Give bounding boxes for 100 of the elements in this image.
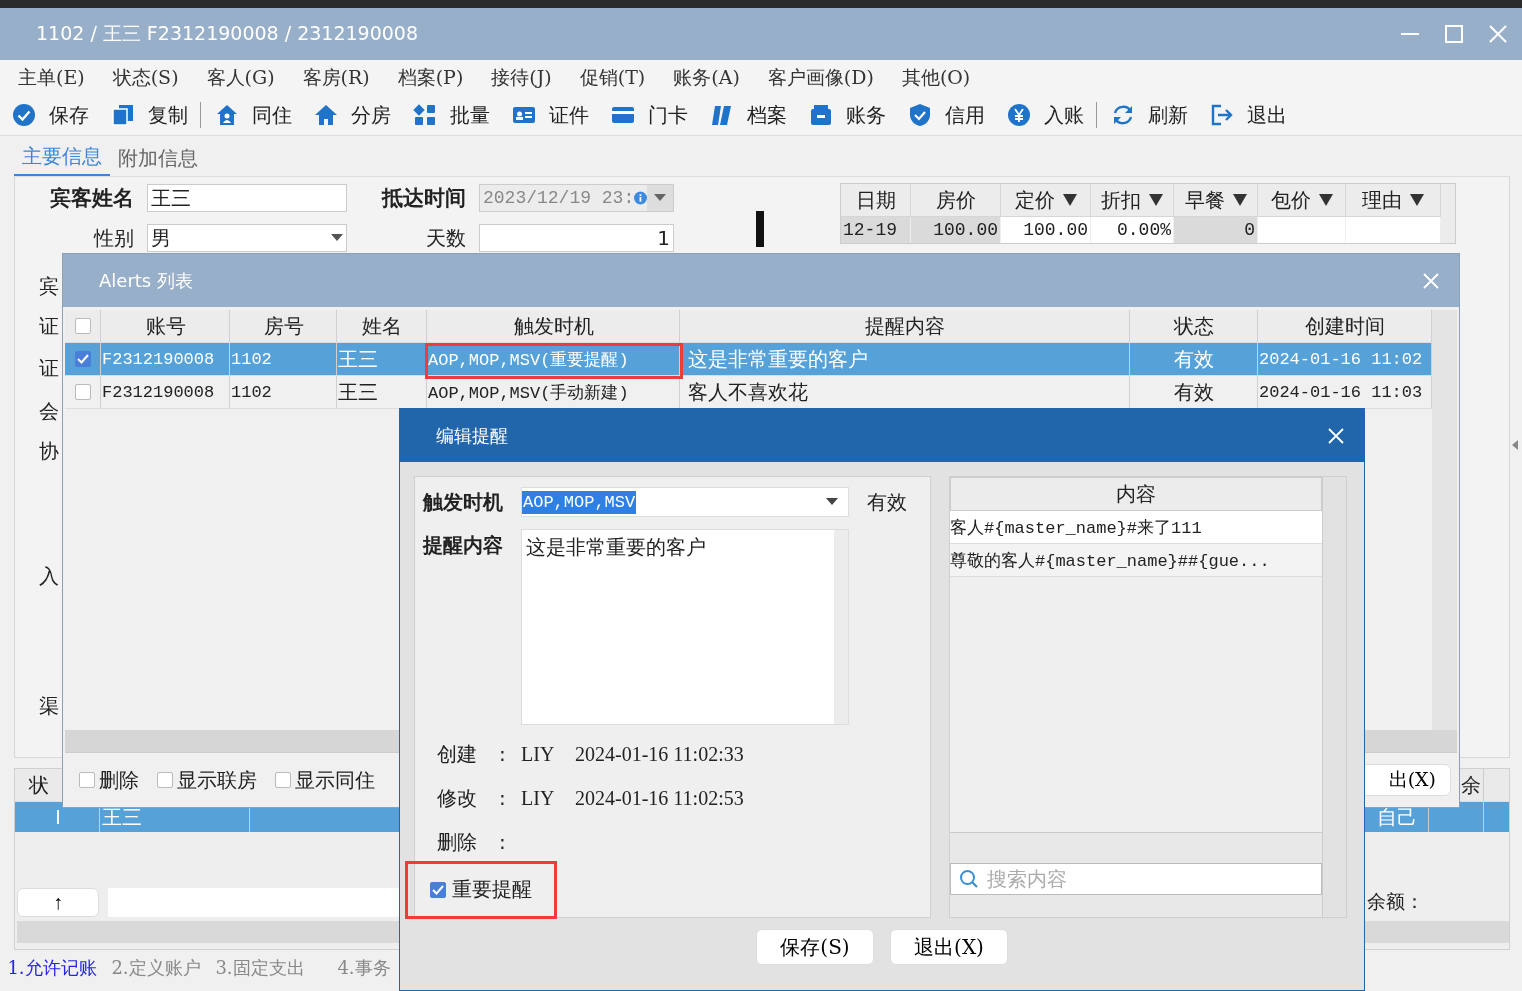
table-cell: F2312190008 — [101, 343, 230, 375]
table-cell: 0 — [1174, 217, 1258, 243]
caret-icon — [826, 498, 838, 506]
column-header[interactable]: 触发时机 — [427, 310, 680, 342]
filter-triangle-icon[interactable] — [1149, 194, 1163, 206]
list-item[interactable]: 尊敬的客人#{master_name}##{gue... — [950, 544, 1322, 577]
checkbox[interactable] — [157, 772, 173, 788]
table-cell: 有效 — [1130, 343, 1258, 375]
content-text-area[interactable]: 这是非常重要的客户 — [521, 529, 849, 725]
menu-item[interactable]: 客户画像(D) — [767, 64, 874, 91]
trigger-select[interactable]: AOP,MOP,MSV — [521, 487, 849, 517]
dialog-button[interactable]: 保存(S) — [756, 929, 874, 965]
dropdown-button[interactable] — [647, 185, 673, 211]
wallet-icon — [809, 103, 833, 127]
guest-name-field[interactable]: 王三 — [147, 184, 347, 212]
up-arrow-button[interactable]: ↑ — [17, 887, 99, 917]
field-label: 天数 — [425, 224, 467, 252]
filter-triangle-icon[interactable] — [1318, 194, 1333, 206]
table-cell: 100.00 — [1001, 217, 1091, 243]
caret-icon — [331, 234, 343, 242]
info-icon — [634, 191, 648, 205]
menu-item[interactable]: 客人(G) — [206, 64, 275, 91]
meta-label: 创建 — [437, 740, 478, 768]
toolbar-button[interactable]: 档案 — [710, 101, 801, 129]
dialog-title: 编辑提醒 — [436, 423, 509, 448]
checkbox[interactable] — [275, 772, 291, 788]
menu-item[interactable]: 账务(A) — [673, 64, 740, 91]
field-label: 宾客姓名 — [49, 185, 135, 212]
refresh-icon — [1111, 103, 1135, 127]
column-header[interactable]: 账号 — [101, 310, 230, 342]
field-label: 协 — [39, 440, 59, 462]
menu-item[interactable]: 档案(P) — [397, 64, 464, 91]
toolbar-button[interactable]: 批量 — [413, 101, 504, 129]
user-name: LIY — [521, 742, 556, 766]
list-item[interactable]: 客人#{master_name}#来了111 — [950, 511, 1322, 544]
toolbar-button[interactable]: 同住 — [215, 101, 306, 129]
toolbar-button[interactable]: 复制 — [111, 101, 202, 129]
toolbar-button[interactable]: 信用 — [908, 101, 999, 129]
toolbar-button[interactable]: 保存 — [12, 101, 103, 129]
checkbox-label: 显示联房 — [177, 766, 257, 794]
colon: : — [499, 830, 507, 854]
search-icon — [959, 869, 979, 889]
dialog-title: Alerts 列表 — [99, 268, 194, 293]
checkbox[interactable] — [79, 772, 95, 788]
meta-label: 修改 — [437, 784, 478, 812]
toolbar-button[interactable]: 门卡 — [611, 101, 702, 129]
tab[interactable]: 附加信息 — [110, 145, 206, 176]
maximize-icon[interactable] — [1444, 24, 1464, 44]
checkbox-option[interactable]: 删除 — [79, 766, 139, 794]
menu-item[interactable]: 客房(R) — [302, 64, 370, 91]
toolbar-button[interactable]: 入账 — [1007, 101, 1098, 129]
house-person-icon — [215, 103, 239, 127]
menu-item[interactable]: 主单(E) — [18, 64, 85, 91]
column-header[interactable]: 状态 — [1130, 310, 1258, 342]
scrollbar[interactable] — [1432, 310, 1457, 730]
column-header[interactable]: 姓名 — [337, 310, 427, 342]
field-label: 证 — [39, 315, 59, 337]
checkbox[interactable] — [75, 384, 91, 400]
checkbox[interactable] — [75, 351, 91, 367]
filter-triangle-icon[interactable] — [1062, 194, 1077, 206]
checkbox-label: 显示同住 — [295, 766, 375, 794]
toolbar-button[interactable]: 退出 — [1210, 101, 1301, 129]
toolbar-button[interactable]: 证件 — [512, 101, 603, 129]
field-label: 提醒内容 — [423, 532, 504, 559]
checkbox[interactable] — [75, 318, 91, 334]
checkbox-option[interactable]: 显示联房 — [157, 766, 257, 794]
dialog-button[interactable]: 退出(X) — [890, 929, 1008, 965]
menu-item[interactable]: 接待(J) — [491, 64, 552, 91]
days-field[interactable]: 1 — [479, 224, 674, 252]
toolbar-button[interactable]: 账务 — [809, 101, 900, 129]
coin-icon — [1007, 103, 1031, 127]
table-cell: 王三 — [337, 343, 427, 375]
gender-select[interactable]: 男 — [147, 224, 347, 252]
scrollbar[interactable] — [1322, 477, 1346, 917]
close-icon[interactable] — [1328, 427, 1344, 444]
field-label: 宾 — [39, 275, 59, 297]
column-header[interactable]: 提醒内容 — [680, 310, 1130, 342]
text-cursor — [756, 211, 764, 247]
menu-item[interactable]: 其他(O) — [901, 64, 971, 91]
checkbox[interactable] — [430, 881, 446, 898]
toolbar-button[interactable]: 分房 — [314, 101, 405, 129]
checkbox-option[interactable]: 显示同住 — [275, 766, 375, 794]
timestamp: 2024-01-16 11:02:53 — [575, 786, 744, 810]
column-header[interactable]: 内容 — [950, 477, 1322, 511]
menu-item[interactable]: 状态(S) — [112, 64, 179, 91]
check-icon — [12, 103, 36, 127]
table-cell: 100.00 — [911, 217, 1001, 243]
colon: : — [499, 742, 507, 766]
filter-triangle-icon[interactable] — [1410, 194, 1424, 206]
filter-triangle-icon[interactable] — [1232, 194, 1247, 206]
scrollbar[interactable] — [834, 530, 848, 724]
column-header[interactable]: 房号 — [230, 310, 337, 342]
table-cell: 0.00% — [1091, 217, 1174, 243]
collapse-arrow-icon[interactable] — [1512, 440, 1518, 450]
menu-item[interactable]: 促销(T) — [579, 64, 646, 91]
house-icon — [314, 103, 338, 127]
toolbar-button[interactable]: 刷新 — [1111, 101, 1202, 129]
column-header[interactable]: 状 — [17, 771, 49, 799]
copy-icon — [111, 103, 135, 127]
column-header[interactable]: 余 — [1461, 771, 1481, 799]
